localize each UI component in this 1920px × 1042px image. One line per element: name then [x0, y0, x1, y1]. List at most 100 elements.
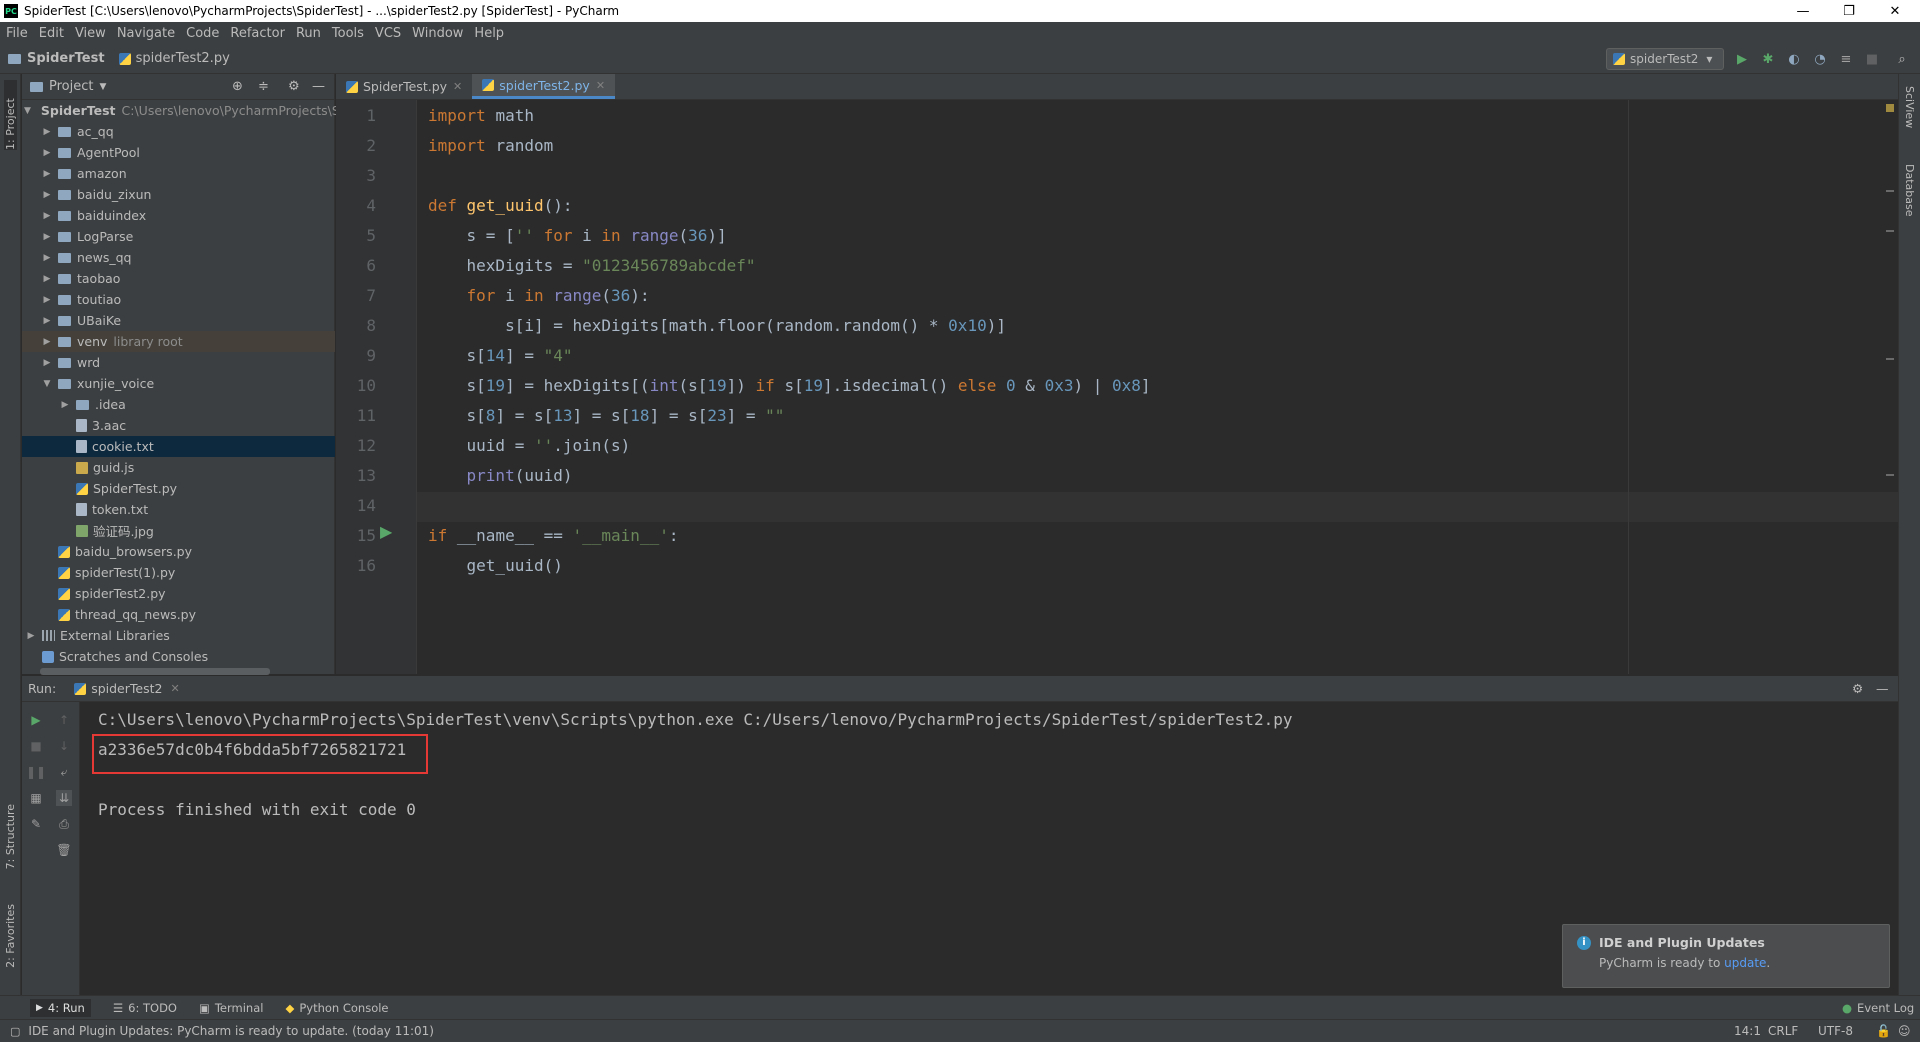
menu-edit[interactable]: Edit	[39, 26, 64, 41]
sciview-tool-tab[interactable]: SciView	[1903, 86, 1916, 128]
search-everywhere-icon[interactable]: ⌕	[1894, 51, 1910, 67]
hide-panel-icon[interactable]: —	[312, 79, 325, 94]
tree-item[interactable]: 3.aac	[22, 415, 335, 436]
code-line[interactable]: s = ['' for i in range(36)]	[428, 226, 727, 245]
pin-icon[interactable]: ✎	[28, 816, 44, 832]
tree-item[interactable]: ▶ baiduindex	[22, 205, 335, 226]
horizontal-scrollbar[interactable]	[40, 668, 270, 675]
menu-view[interactable]: View	[75, 26, 106, 41]
chevron-right-icon[interactable]: ▶	[40, 190, 54, 200]
tree-item[interactable]: 验证码.jpg	[22, 520, 335, 541]
arrow-up-icon[interactable]: ↑	[56, 712, 72, 728]
update-notification[interactable]: i IDE and Plugin Updates PyCharm is read…	[1562, 924, 1890, 988]
tree-item[interactable]: ▶ UBaiKe	[22, 310, 335, 331]
gear-icon[interactable]: ⚙	[288, 79, 300, 94]
tree-root[interactable]: ▼ SpiderTest C:\Users\lenovo\PycharmProj…	[22, 100, 397, 121]
run-configuration-selector[interactable]: spiderTest2 ▾	[1606, 48, 1724, 70]
caret-position[interactable]: 14:1	[1734, 1024, 1761, 1038]
arrow-down-icon[interactable]: ↓	[56, 738, 72, 754]
close-icon[interactable]: ✕	[453, 80, 462, 93]
rerun-icon[interactable]: ▶	[28, 712, 44, 728]
update-link[interactable]: update	[1724, 956, 1766, 970]
chevron-right-icon[interactable]: ▶	[40, 316, 54, 326]
menu-tools[interactable]: Tools	[332, 26, 364, 41]
chevron-right-icon[interactable]: ▶	[40, 148, 54, 158]
layout-icon[interactable]: ▦	[28, 790, 44, 806]
tree-item[interactable]: Scratches and Consoles	[22, 646, 335, 667]
tree-item[interactable]: ▶ toutiao	[22, 289, 335, 310]
menu-window[interactable]: Window	[412, 26, 463, 41]
chevron-right-icon[interactable]: ▶	[40, 169, 54, 179]
chevron-right-icon[interactable]: ▶	[40, 358, 54, 368]
chevron-right-icon[interactable]: ▶	[40, 253, 54, 263]
status-toggle-icon[interactable]: ▢	[10, 1025, 20, 1038]
tree-item[interactable]: ▶ baidu_zixun	[22, 184, 335, 205]
tree-item[interactable]: spiderTest2.py	[22, 583, 335, 604]
run-gutter-icon[interactable]: ▶	[380, 522, 392, 541]
chevron-down-icon[interactable]: ▼	[40, 379, 54, 389]
lock-icon[interactable]: 🔓	[1876, 1024, 1891, 1038]
tree-item[interactable]: ▼ xunjie_voice	[22, 373, 335, 394]
debug-icon[interactable]: ✱	[1760, 51, 1776, 67]
close-window-button[interactable]: ✕	[1872, 0, 1918, 22]
tree-item[interactable]: baidu_browsers.py	[22, 541, 335, 562]
code-line[interactable]: s[19] = hexDigits[(int(s[19]) if s[19].i…	[428, 376, 1151, 395]
print-icon[interactable]: ⎙	[56, 816, 72, 832]
chevron-right-icon[interactable]: ▶	[40, 337, 54, 347]
run-icon[interactable]: ▶	[1734, 51, 1750, 67]
structure-tool-tab[interactable]: 7: Structure	[4, 804, 17, 869]
tab-event-log[interactable]: ● Event Log	[1842, 1001, 1914, 1015]
project-tool-tab[interactable]: 1: Project	[4, 80, 17, 150]
concurrency-icon[interactable]: ≡	[1838, 51, 1854, 67]
chevron-right-icon[interactable]: ▶	[40, 274, 54, 284]
tree-item[interactable]: token.txt	[22, 499, 335, 520]
chevron-right-icon[interactable]: ▶	[40, 295, 54, 305]
code-line[interactable]: uuid = ''.join(s)	[428, 436, 631, 455]
code-line[interactable]: s[14] = "4"	[428, 346, 573, 365]
chevron-down-icon[interactable]: ▼	[24, 106, 31, 116]
chevron-right-icon[interactable]: ▶	[58, 400, 72, 410]
restore-button[interactable]: ❐	[1826, 0, 1872, 22]
tab-python-console[interactable]: ◆ Python Console	[285, 1001, 388, 1015]
soft-wrap-icon[interactable]: ⤶	[56, 764, 72, 780]
tree-item[interactable]: ▶ amazon	[22, 163, 335, 184]
tree-item[interactable]: guid.js	[22, 457, 335, 478]
profile-icon[interactable]: ◔	[1812, 51, 1828, 67]
chevron-right-icon[interactable]: ▶	[40, 211, 54, 221]
tree-item-selected[interactable]: cookie.txt	[22, 436, 335, 457]
tree-item[interactable]: ▶ news_qq	[22, 247, 335, 268]
tree-item[interactable]: ▶ .idea	[22, 394, 335, 415]
menu-code[interactable]: Code	[186, 26, 219, 41]
close-icon[interactable]: ✕	[596, 79, 605, 92]
scroll-to-end-icon[interactable]: ⇊	[56, 790, 72, 806]
tree-item[interactable]: ▶ External Libraries	[22, 625, 335, 646]
tree-item[interactable]: ▶ AgentPool	[22, 142, 335, 163]
minimize-button[interactable]: —	[1780, 0, 1826, 22]
code-line[interactable]: for i in range(36):	[428, 286, 650, 305]
editor-scrollbar[interactable]	[1886, 100, 1894, 674]
code-line[interactable]: hexDigits = "0123456789abcdef"	[428, 256, 756, 275]
chevron-right-icon[interactable]: ▶	[40, 232, 54, 242]
tree-item[interactable]: ▶ LogParse	[22, 226, 335, 247]
tree-item[interactable]: ▶ taobao	[22, 268, 335, 289]
menu-navigate[interactable]: Navigate	[117, 26, 175, 41]
tree-item[interactable]: spiderTest(1).py	[22, 562, 335, 583]
code-line[interactable]: s[8] = s[13] = s[18] = s[23] = ""	[428, 406, 785, 425]
menu-help[interactable]: Help	[474, 26, 504, 41]
code-line[interactable]: s[i] = hexDigits[math.floor(random.rando…	[428, 316, 1006, 335]
tree-item[interactable]: ▶ wrd	[22, 352, 335, 373]
status-message[interactable]: IDE and Plugin Updates: PyCharm is ready…	[28, 1024, 434, 1038]
gear-icon[interactable]: ⚙	[1852, 681, 1863, 696]
code-line[interactable]: print(uuid)	[428, 466, 573, 485]
code-line[interactable]: def get_uuid():	[428, 196, 573, 215]
close-icon[interactable]: ✕	[170, 682, 179, 695]
chevron-down-icon[interactable]: ▼	[99, 82, 106, 92]
code-line[interactable]: get_uuid()	[428, 556, 563, 575]
stop-icon[interactable]: ■	[28, 738, 44, 754]
tree-item[interactable]: ▶ ac_qq	[22, 121, 335, 142]
menu-file[interactable]: File	[6, 26, 28, 41]
pause-icon[interactable]: ❚❚	[26, 764, 46, 780]
run-tab[interactable]: spiderTest2 ✕	[74, 681, 180, 696]
tab-spidertest2[interactable]: spiderTest2.py ✕	[472, 74, 616, 99]
menu-refactor[interactable]: Refactor	[230, 26, 285, 41]
